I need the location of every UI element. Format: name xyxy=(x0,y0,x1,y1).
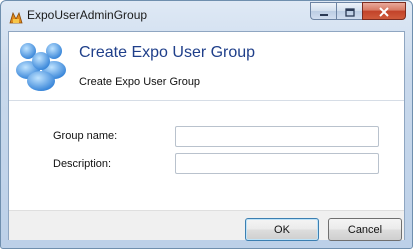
minimize-icon xyxy=(319,2,329,21)
dialog-content: Create Expo User Group Create Expo User … xyxy=(8,31,405,241)
title-bar[interactable]: ExpoUserAdminGroup xyxy=(1,1,412,31)
header-divider xyxy=(9,100,404,101)
dialog-footer: OK Cancel xyxy=(9,210,404,241)
window-title: ExpoUserAdminGroup xyxy=(27,8,148,22)
group-name-input[interactable] xyxy=(175,126,379,147)
description-input[interactable] xyxy=(175,153,379,174)
dialog-window: ExpoUserAdminGroup Create Expo User Grou… xyxy=(0,0,413,249)
close-button[interactable] xyxy=(362,2,406,20)
dialog-header: Create Expo User Group Create Expo User … xyxy=(9,32,404,100)
description-label: Description: xyxy=(53,158,112,170)
close-icon xyxy=(379,2,389,21)
users-group-icon xyxy=(13,36,69,92)
minimize-button[interactable] xyxy=(310,2,336,20)
dialog-subheading: Create Expo User Group xyxy=(79,76,201,88)
dialog-heading: Create Expo User Group xyxy=(79,44,256,61)
maximize-button[interactable] xyxy=(336,2,362,20)
maximize-icon xyxy=(344,2,355,21)
cancel-button[interactable]: Cancel xyxy=(328,218,402,241)
app-icon xyxy=(9,9,23,24)
group-name-label: Group name: xyxy=(53,130,118,142)
window-controls xyxy=(310,2,406,22)
ok-button[interactable]: OK xyxy=(245,218,319,241)
